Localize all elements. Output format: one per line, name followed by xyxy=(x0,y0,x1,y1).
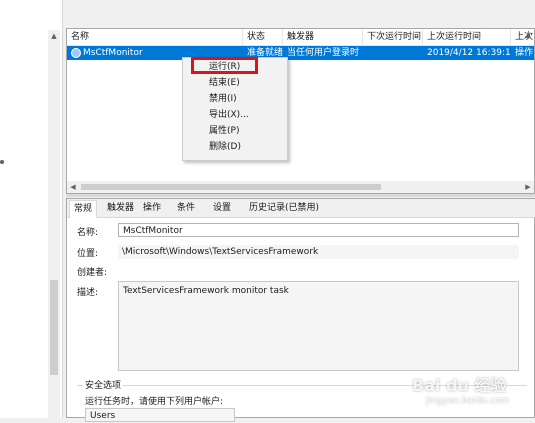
task-icon xyxy=(71,48,81,58)
watermark-brand: Bai du 经验 xyxy=(412,376,507,395)
pane-splitter[interactable] xyxy=(66,194,535,197)
tab-settings[interactable]: 设置 xyxy=(209,201,235,216)
description-label: 描述: xyxy=(77,288,99,298)
watermark: Bai du 经验 jingyan.baidu.com xyxy=(412,372,535,418)
scroll-up-arrow-icon[interactable]: ▲ xyxy=(48,30,60,42)
task-location-field: \Microsoft\Windows\TextServicesFramework xyxy=(118,245,519,259)
location-label: 位置: xyxy=(77,249,99,259)
menu-item-delete[interactable]: 删除(D) xyxy=(209,140,241,154)
task-description-field[interactable]: TextServicesFramework monitor task xyxy=(118,281,519,371)
scroll-right-arrow-icon[interactable]: ▶ xyxy=(522,181,534,193)
author-label: 创建者: xyxy=(77,268,108,278)
horizontal-scrollbar[interactable]: ◀ ▶ xyxy=(67,181,534,193)
horizontal-scroll-thumb[interactable] xyxy=(81,184,381,190)
column-header-trigger[interactable]: 触发器 xyxy=(283,29,363,45)
task-next-run-cell xyxy=(367,46,423,60)
tab-general[interactable]: 常规 xyxy=(69,200,98,218)
run-as-user-field: Users xyxy=(85,408,235,422)
column-header-status[interactable]: 状态 xyxy=(243,29,283,45)
menu-item-properties[interactable]: 属性(P) xyxy=(209,124,239,138)
task-name-field[interactable]: MsCtfMonitor xyxy=(118,223,519,237)
author-value xyxy=(118,263,519,277)
tree-bullet-icon xyxy=(0,160,4,164)
tab-conditions[interactable]: 条件 xyxy=(173,201,199,216)
menu-item-end[interactable]: 结束(E) xyxy=(209,76,240,90)
details-tab-bar: 常规 触发器 操作 条件 设置 历史记录(已禁用) xyxy=(67,199,535,218)
tab-triggers[interactable]: 触发器 xyxy=(103,201,138,216)
scroll-up-arrow-icon[interactable]: ▲ xyxy=(522,31,534,43)
column-header-last-run[interactable]: 上次运行时间 xyxy=(423,29,511,45)
watermark-url: jingyan.baidu.com xyxy=(426,396,510,406)
run-highlight-box xyxy=(191,57,258,74)
task-list: 名称 状态 触发器 下次运行时间 上次运行时间 上次 MsCtfMonitor … xyxy=(66,28,535,194)
security-run-as-text: 运行任务时，请使用下列用户帐户: xyxy=(85,397,224,407)
tab-actions[interactable]: 操作 xyxy=(139,201,165,216)
name-label: 名称: xyxy=(77,228,99,238)
security-options-title: 安全选项 xyxy=(83,378,124,391)
column-header-next-run[interactable]: 下次运行时间 xyxy=(363,29,423,45)
task-trigger-cell: 当任何用户登录时 xyxy=(287,48,360,58)
column-header-name[interactable]: 名称 xyxy=(67,29,243,45)
menu-item-disable[interactable]: 禁用(I) xyxy=(209,92,237,106)
task-list-header: 名称 状态 触发器 下次运行时间 上次运行时间 上次 xyxy=(67,29,534,46)
table-row-selected[interactable]: MsCtfMonitor 准备就绪 当任何用户登录时 2019/4/12 16:… xyxy=(67,46,534,60)
left-pane-scroll-thumb[interactable] xyxy=(50,280,58,375)
task-last-run-cell: 2019/4/12 16:39:19 xyxy=(427,48,511,58)
task-last-result-cell: 操作 xyxy=(515,48,534,58)
tab-history[interactable]: 历史记录(已禁用) xyxy=(245,201,323,216)
scroll-left-arrow-icon[interactable]: ◀ xyxy=(67,181,79,193)
menu-item-export[interactable]: 导出(X)... xyxy=(209,108,249,122)
